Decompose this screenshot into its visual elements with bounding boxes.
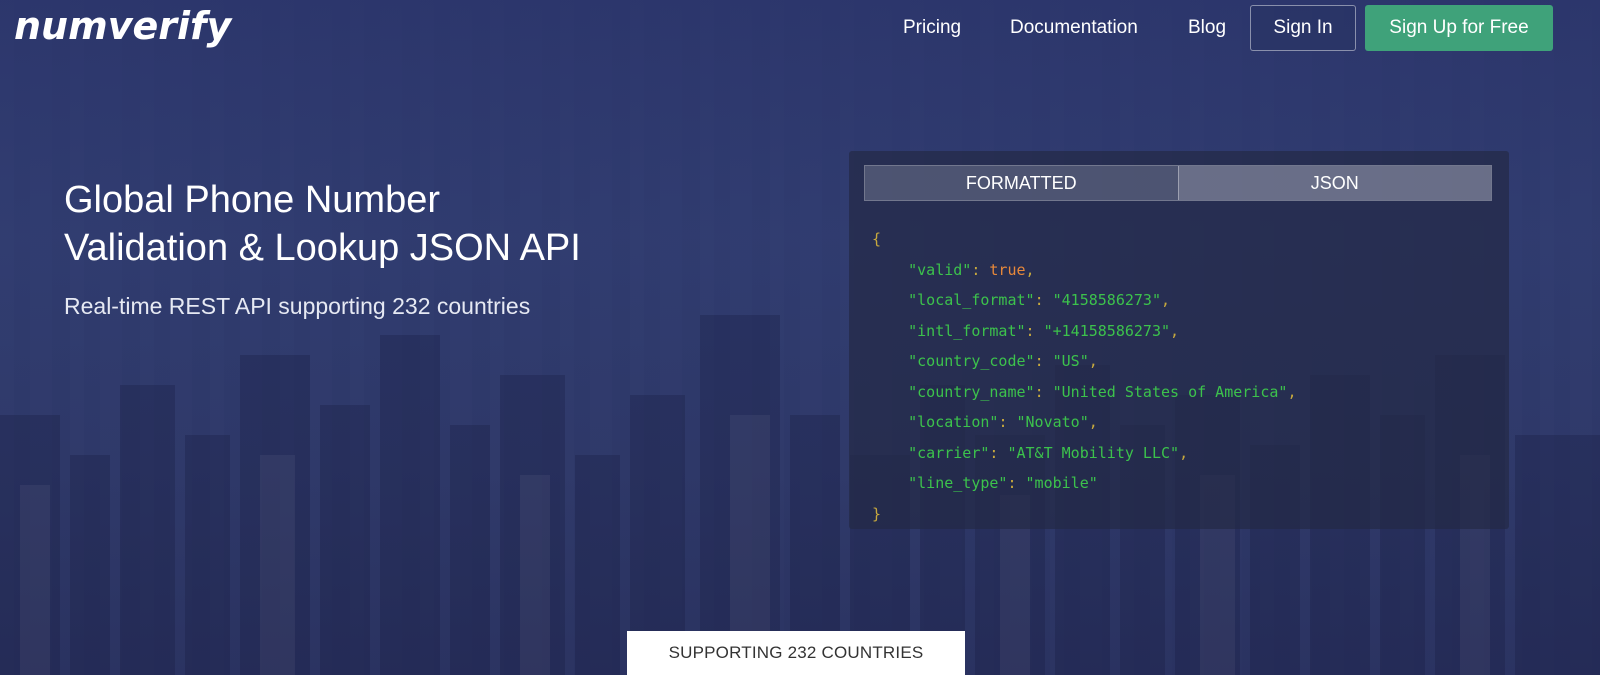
json-code-block: { "valid": true, "local_format": "415858… xyxy=(872,224,1296,529)
json-key: "location" xyxy=(908,413,999,431)
json-colon: : xyxy=(1025,321,1044,340)
json-close-brace: } xyxy=(872,504,882,523)
json-value: "United States of America" xyxy=(1052,382,1288,401)
json-line: "valid": true, xyxy=(872,255,1296,286)
json-colon: : xyxy=(1007,474,1026,492)
nav-link-documentation[interactable]: Documentation xyxy=(1010,17,1138,39)
json-value: "AT&T Mobility LLC" xyxy=(1007,443,1180,462)
json-comma: , xyxy=(1025,260,1035,279)
json-comma: , xyxy=(1161,291,1171,309)
nav-link-blog[interactable]: Blog xyxy=(1188,17,1226,39)
response-format-tabs: FORMATTED JSON xyxy=(864,165,1492,201)
supporting-countries-badge[interactable]: SUPPORTING 232 COUNTRIES xyxy=(627,631,965,675)
json-line: "country_code": "US", xyxy=(872,346,1296,377)
json-colon: : xyxy=(971,260,990,279)
json-colon: : xyxy=(1034,352,1053,370)
json-line: "local_format": "4158586273", xyxy=(872,285,1296,316)
json-colon: : xyxy=(998,413,1017,431)
api-response-panel: FORMATTED JSON { "valid": true, "local_f… xyxy=(849,151,1509,529)
json-value: "+14158586273" xyxy=(1043,321,1171,340)
json-colon: : xyxy=(989,443,1008,462)
json-colon: : xyxy=(1034,382,1053,401)
json-open-brace: { xyxy=(872,230,882,248)
json-comma: , xyxy=(1170,321,1180,340)
json-value: "4158586273" xyxy=(1052,291,1161,309)
tab-formatted[interactable]: FORMATTED xyxy=(865,166,1178,200)
json-key: "country_name" xyxy=(908,382,1035,401)
json-key: "carrier" xyxy=(908,443,990,462)
json-key: "local_format" xyxy=(908,291,1035,309)
json-key: "intl_format" xyxy=(908,321,1026,340)
json-line: "intl_format": "+14158586273", xyxy=(872,316,1296,347)
json-key: "line_type" xyxy=(908,474,1008,492)
hero-subline: Real-time REST API supporting 232 countr… xyxy=(64,293,531,319)
sign-up-button[interactable]: Sign Up for Free xyxy=(1365,5,1553,51)
json-value: "Novato" xyxy=(1016,413,1089,431)
hero-headline: Global Phone Number Validation & Lookup … xyxy=(64,176,764,272)
sign-in-button[interactable]: Sign In xyxy=(1250,5,1356,51)
json-colon: : xyxy=(1034,291,1053,309)
numverify-logo[interactable]: numverify xyxy=(14,4,231,48)
json-comma: , xyxy=(1179,443,1189,462)
json-comma: , xyxy=(1088,352,1098,370)
json-line: "line_type": "mobile" xyxy=(872,468,1296,499)
json-key: "country_code" xyxy=(908,352,1035,370)
json-value: "US" xyxy=(1052,352,1089,370)
json-comma: , xyxy=(1088,413,1098,431)
json-line: "country_name": "United States of Americ… xyxy=(872,377,1296,408)
json-value: true xyxy=(989,260,1026,279)
json-value: "mobile" xyxy=(1025,474,1098,492)
nav-link-pricing[interactable]: Pricing xyxy=(903,17,961,39)
json-key: "valid" xyxy=(908,260,972,279)
tab-json[interactable]: JSON xyxy=(1177,166,1491,200)
json-comma: , xyxy=(1287,382,1297,401)
hero-headline-line2: Validation & Lookup JSON API xyxy=(64,227,581,269)
hero-headline-line1: Global Phone Number xyxy=(64,179,440,221)
json-line: "carrier": "AT&T Mobility LLC", xyxy=(872,438,1296,469)
json-line: "location": "Novato", xyxy=(872,407,1296,438)
